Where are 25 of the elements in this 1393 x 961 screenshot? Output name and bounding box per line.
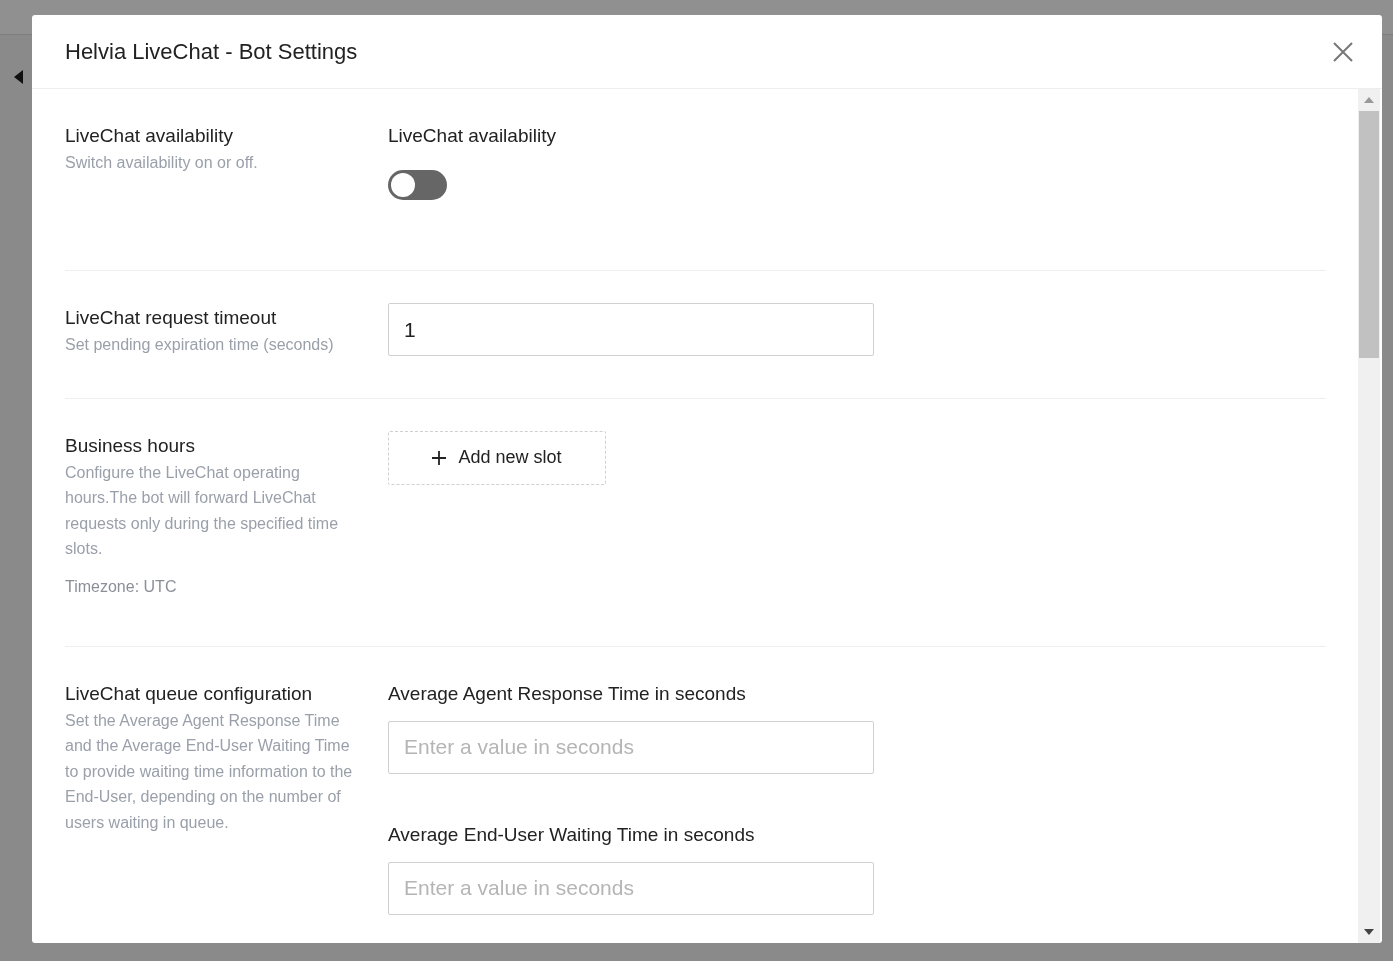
section-description: Set the Average Agent Response Time and the Average End-User Waiting Time to provide waiting time information to the End-User, depending on the number of users waiting in queue. [65, 710, 354, 833]
section-label: Business hours [65, 433, 196, 458]
section-description: Configure the LiveChat operating hours.The bot will forward LiveChat requests only during the specified time slots. [65, 462, 340, 559]
scroll-up-icon[interactable] [1364, 97, 1374, 103]
plus-icon [432, 450, 447, 465]
section-label: LiveChat request timeout [65, 306, 278, 330]
availability-toggle[interactable] [388, 170, 447, 200]
scrollbar[interactable] [1358, 89, 1380, 943]
scroll-down-icon[interactable] [1364, 929, 1374, 935]
timezone-text: Timezone: UTC [65, 577, 178, 596]
section-description: Set pending expiration time (seconds) [65, 335, 335, 355]
field-label: LiveChat availability [388, 124, 557, 148]
add-slot-button[interactable]: Add new slot [388, 430, 606, 485]
timeout-input-field[interactable]: 1 [388, 303, 874, 356]
section-label: LiveChat queue configuration [65, 681, 314, 706]
seconds-input-field[interactable]: Enter a value in seconds [388, 861, 874, 915]
close-button[interactable] [1331, 39, 1355, 64]
section-description: Switch availability on or off. [65, 153, 259, 173]
seconds-input-field[interactable]: Enter a value in seconds [388, 720, 874, 774]
section-label: LiveChat availability [65, 124, 234, 148]
field-label: Average Agent Response Time in seconds [388, 681, 747, 706]
scrollbar-thumb[interactable] [1359, 111, 1379, 358]
field-label: Average End-User Waiting Time in seconds [388, 822, 756, 847]
dialog-title: Helvia LiveChat - Bot Settings [65, 38, 358, 65]
caret-left-icon[interactable] [14, 70, 23, 84]
